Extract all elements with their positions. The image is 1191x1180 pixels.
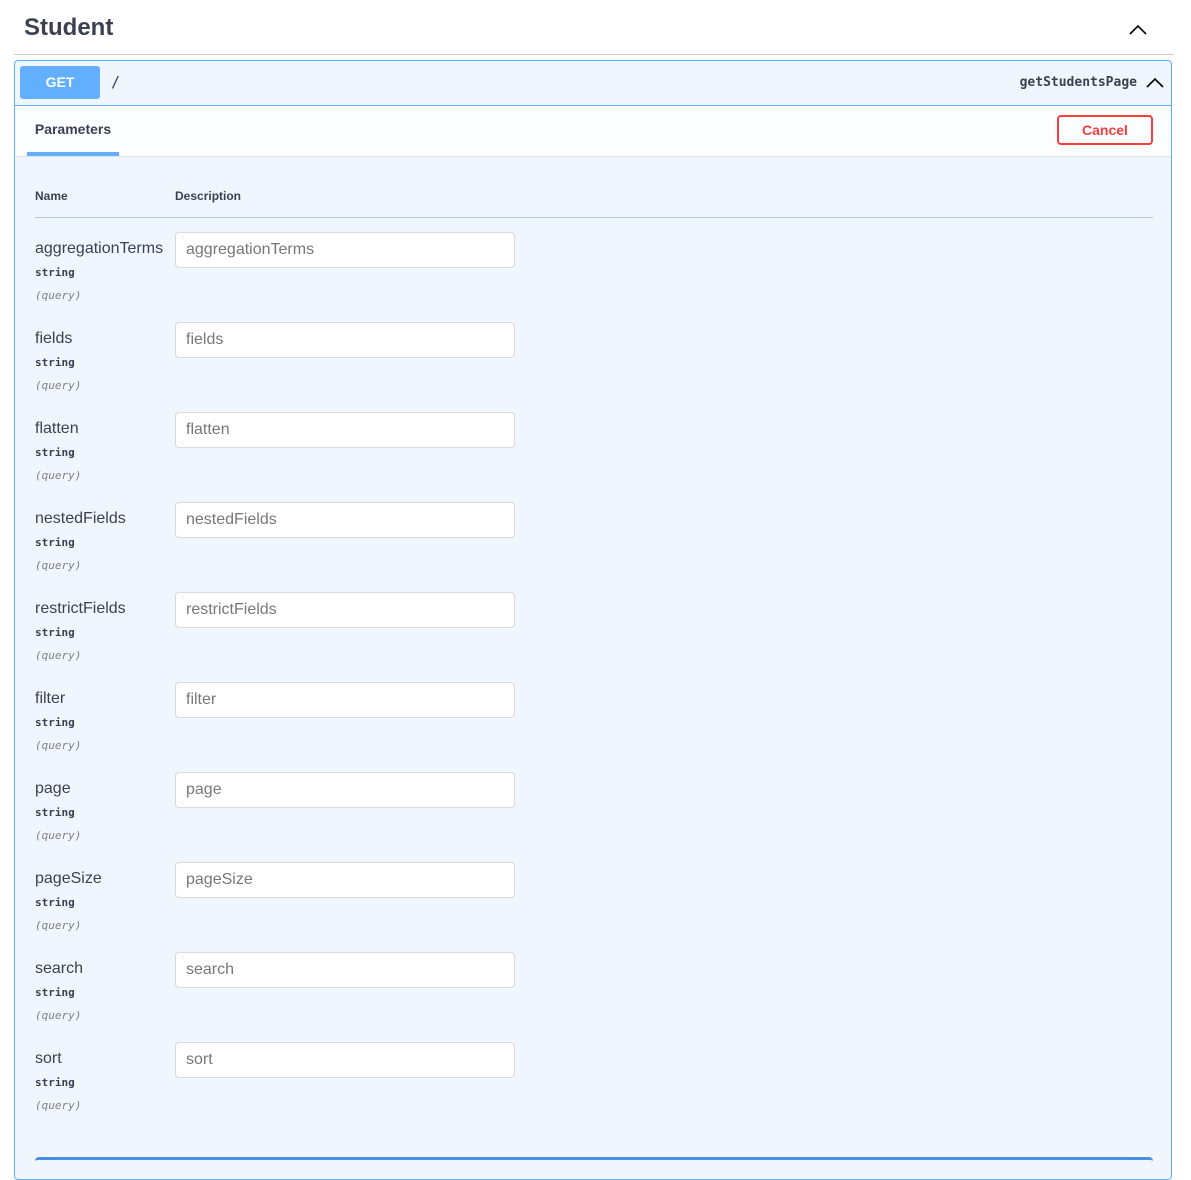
column-header-name: Name <box>35 189 68 203</box>
parameter-type: string <box>35 716 75 729</box>
parameter-row-page: page string (query) <box>15 772 1171 869</box>
parameter-name: page <box>35 780 71 797</box>
parameter-location: (query) <box>35 919 82 932</box>
parameter-name: fields <box>35 330 73 347</box>
operation-summary[interactable]: GET / getStudentsPage <box>15 61 1171 106</box>
parameter-name: sort <box>35 1050 62 1067</box>
restrictFields-input[interactable] <box>175 592 515 628</box>
sort-input[interactable] <box>175 1042 515 1078</box>
operation-path: / <box>111 73 121 91</box>
column-header-description: Description <box>175 189 242 203</box>
tab-parameters[interactable]: Parameters <box>27 106 119 156</box>
parameter-row-aggregationTerms: aggregationTerms string (query) <box>15 232 1171 329</box>
cancel-button[interactable]: Cancel <box>1057 115 1153 145</box>
operation-block-get: GET / getStudentsPage Parameters Cancel … <box>14 60 1172 1180</box>
fields-input[interactable] <box>175 322 515 358</box>
flatten-input[interactable] <box>175 412 515 448</box>
parameter-location: (query) <box>35 379 82 392</box>
http-method-badge: GET <box>20 66 100 99</box>
parameter-row-flatten: flatten string (query) <box>15 412 1171 509</box>
parameter-type: string <box>35 626 75 639</box>
tag-section-header[interactable]: Student <box>14 0 1174 55</box>
parameter-row-filter: filter string (query) <box>15 682 1171 779</box>
parameter-name: filter <box>35 690 66 707</box>
parameter-location: (query) <box>35 829 82 842</box>
pageSize-input[interactable] <box>175 862 515 898</box>
chevron-up-icon[interactable] <box>1126 18 1150 42</box>
search-input[interactable] <box>175 952 515 988</box>
parameter-type: string <box>35 446 75 459</box>
page-input[interactable] <box>175 772 515 808</box>
parameters-header: Parameters Cancel <box>15 106 1171 157</box>
operation-id: getStudentsPage <box>1019 75 1137 90</box>
parameter-row-pageSize: pageSize string (query) <box>15 862 1171 959</box>
parameter-type: string <box>35 536 75 549</box>
parameter-name: flatten <box>35 420 79 437</box>
parameter-row-search: search string (query) <box>15 952 1171 1049</box>
parameter-location: (query) <box>35 559 82 572</box>
parameter-name: pageSize <box>35 870 102 887</box>
parameter-type: string <box>35 1076 75 1089</box>
parameter-row-restrictFields: restrictFields string (query) <box>15 592 1171 689</box>
divider <box>35 217 1153 218</box>
parameter-row-nestedFields: nestedFields string (query) <box>15 502 1171 599</box>
parameter-location: (query) <box>35 649 82 662</box>
aggregationTerms-input[interactable] <box>175 232 515 268</box>
parameter-location: (query) <box>35 289 82 302</box>
parameter-name: search <box>35 960 84 977</box>
parameter-location: (query) <box>35 1099 82 1112</box>
nestedFields-input[interactable] <box>175 502 515 538</box>
parameter-type: string <box>35 806 75 819</box>
parameter-type: string <box>35 356 75 369</box>
parameter-name: restrictFields <box>35 600 126 617</box>
filter-input[interactable] <box>175 682 515 718</box>
parameter-row-sort: sort string (query) <box>15 1042 1171 1139</box>
parameter-type: string <box>35 986 75 999</box>
parameter-row-fields: fields string (query) <box>15 322 1171 419</box>
parameter-type: string <box>35 266 75 279</box>
parameter-name: nestedFields <box>35 510 126 527</box>
parameter-location: (query) <box>35 469 82 482</box>
chevron-up-icon[interactable] <box>1143 71 1167 95</box>
execute-button-area[interactable] <box>35 1157 1153 1179</box>
tag-title: Student <box>24 14 114 41</box>
parameter-name: aggregationTerms <box>35 240 164 257</box>
parameter-location: (query) <box>35 739 82 752</box>
parameter-location: (query) <box>35 1009 82 1022</box>
parameter-type: string <box>35 896 75 909</box>
